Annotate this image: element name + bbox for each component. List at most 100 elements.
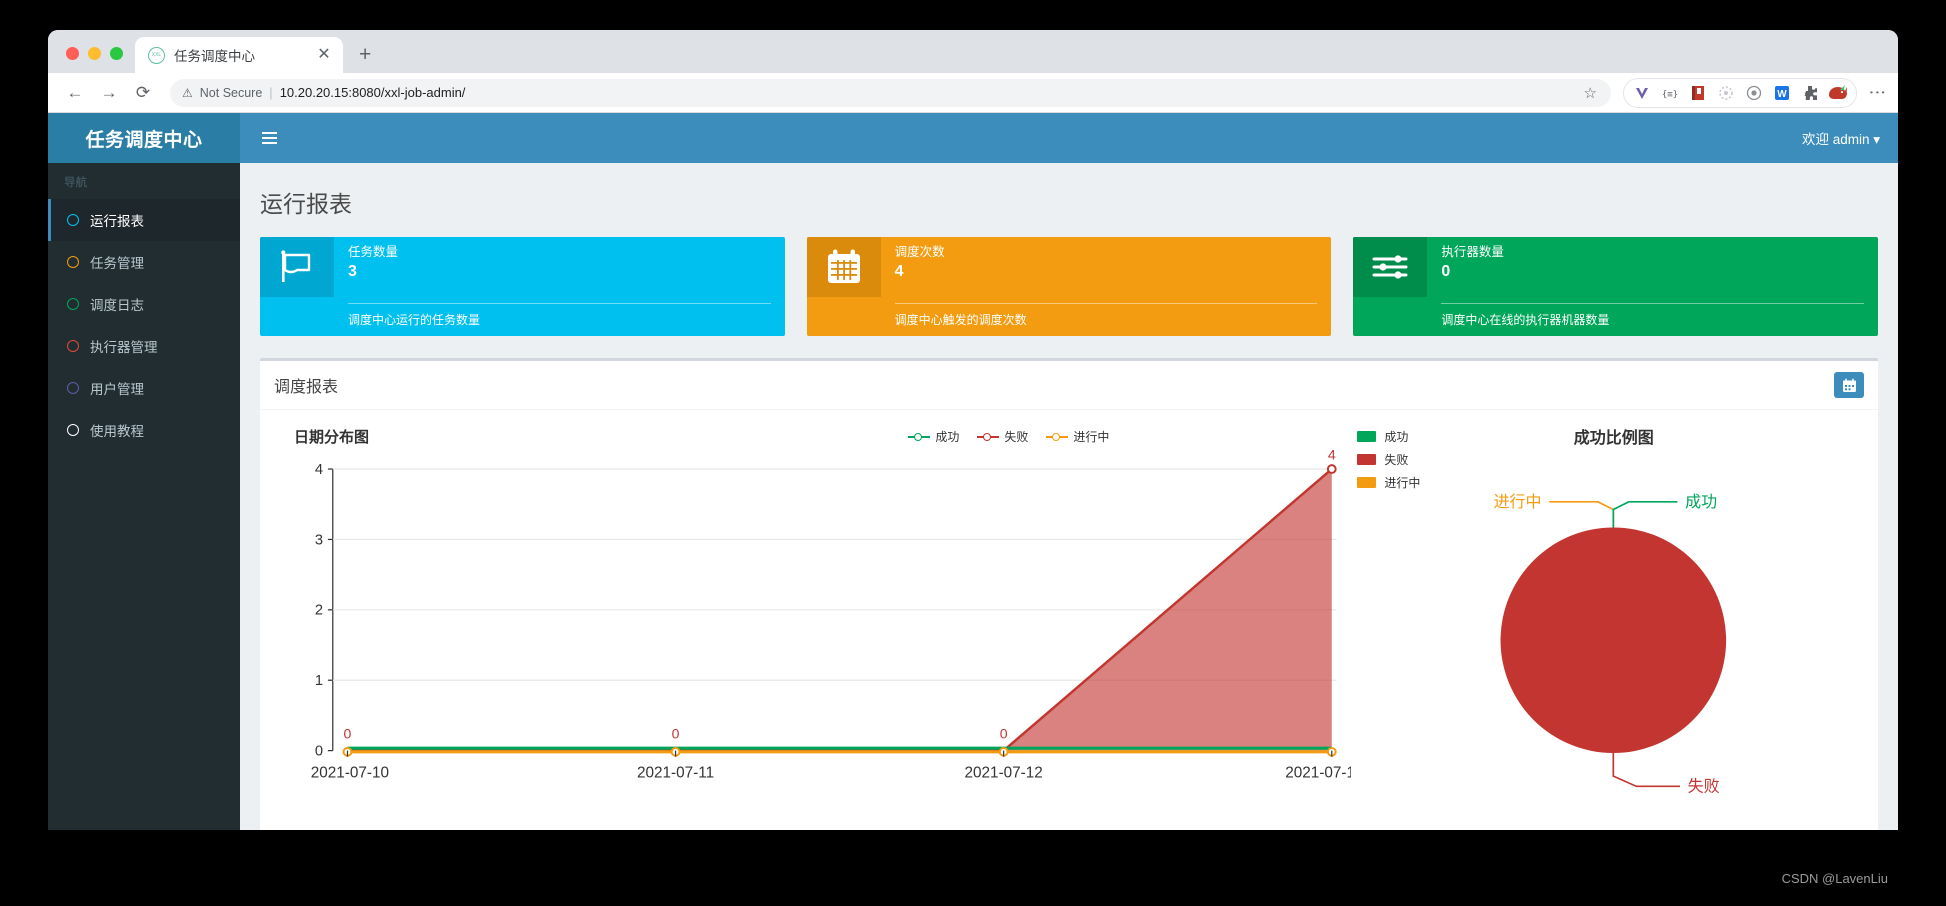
- data-point-label: 0: [672, 725, 680, 741]
- card-value: 3: [348, 263, 357, 281]
- report-box-header: 调度报表: [260, 361, 1878, 410]
- card-footer-text: 调度中心运行的任务数量: [348, 303, 771, 328]
- w-blue-icon[interactable]: W: [1769, 80, 1795, 106]
- x-tick-label: 2021-07-11: [637, 765, 714, 782]
- watermark: CSDN @LavenLiu: [1781, 871, 1888, 886]
- sidebar-item-label: 用户管理: [90, 382, 144, 397]
- legend-label: 进行中: [1384, 476, 1421, 490]
- omnibox-separator: |: [269, 85, 273, 100]
- extensions-group: {≡} W: [1623, 77, 1857, 108]
- user-menu-button[interactable]: 欢迎 admin ▾: [1802, 128, 1880, 148]
- forward-arrow-icon[interactable]: →: [94, 78, 124, 108]
- legend-marker-icon: [908, 432, 931, 442]
- page-title: 运行报表: [260, 191, 352, 217]
- x-tick-label: 2021-07-12: [965, 765, 1043, 782]
- maximize-window-button[interactable]: [110, 47, 123, 60]
- legend-swatch-icon: [1357, 454, 1377, 465]
- v-icon[interactable]: [1629, 80, 1655, 106]
- card-footer: 调度中心触发的调度次数: [807, 297, 1332, 336]
- sidebar-item-task-manage[interactable]: 任务管理: [48, 241, 240, 283]
- pie-callout-line-running: [1549, 500, 1615, 528]
- sidebar-item-run-report[interactable]: 运行报表: [48, 199, 240, 241]
- pie-slice-fail: [1500, 527, 1727, 754]
- card-value: 0: [1441, 263, 1451, 281]
- new-tab-button[interactable]: +: [359, 44, 371, 65]
- circle-icon: [67, 382, 79, 394]
- y-tick-label: 4: [315, 462, 323, 478]
- sidebar-item-executor-manage[interactable]: 执行器管理: [48, 325, 240, 367]
- legend-label: 失败: [1004, 430, 1029, 444]
- browser-window: XXL 任务调度中心 ✕ + ← → ⟳ ⚠ Not Secure | 10.2…: [48, 30, 1898, 830]
- card-value: 4: [894, 263, 904, 281]
- report-box-title: 调度报表: [274, 379, 339, 396]
- sidebar-item-label: 使用教程: [90, 424, 144, 439]
- sidebar-nav-header: 导航: [64, 177, 87, 189]
- date-range-picker-button[interactable]: [1834, 372, 1864, 398]
- pie-chart-title: 成功比例图: [1573, 430, 1654, 447]
- legend-label: 进行中: [1073, 430, 1110, 444]
- legend-item-fail[interactable]: 失败: [1357, 451, 1420, 468]
- legend-item-success[interactable]: 成功: [1357, 428, 1420, 445]
- address-bar[interactable]: ⚠ Not Secure | 10.20.20.15:8080/xxl-job-…: [170, 78, 1611, 107]
- pie-callout-line-success: [1612, 500, 1678, 528]
- report-box: 调度报表 日期分布图 成功 失败 进行中 4 3 2 1 0 0 0 0 4 2…: [260, 358, 1878, 830]
- braces-icon[interactable]: {≡}: [1657, 80, 1683, 106]
- close-window-button[interactable]: [66, 47, 79, 60]
- stat-card-task-count: 任务数量 3 调度中心运行的任务数量: [260, 237, 785, 336]
- legend-swatch-icon: [1357, 477, 1377, 488]
- card-label: 调度次数: [894, 245, 945, 259]
- pie-callout-label-running: 进行中: [1494, 493, 1542, 511]
- sidebar-item-tutorial[interactable]: 使用教程: [48, 409, 240, 451]
- circle-icon: [67, 256, 79, 268]
- calendar-icon: [1842, 378, 1856, 392]
- legend-swatch-icon: [1357, 431, 1377, 442]
- legend-label: 失败: [1384, 453, 1409, 467]
- puzzle-icon[interactable]: [1797, 80, 1823, 106]
- red-book-icon[interactable]: [1685, 80, 1711, 106]
- line-chart-svg: 4 3 2 1 0 0 0 0 4 2021-07-10 2021-07-11 …: [311, 447, 1352, 782]
- reload-icon[interactable]: ⟳: [128, 78, 158, 108]
- data-point-label: 0: [344, 725, 352, 741]
- unicorn-icon[interactable]: [1825, 80, 1851, 106]
- card-text: 执行器数量 0: [1427, 237, 1878, 297]
- card-body: 执行器数量 0: [1353, 237, 1878, 297]
- data-point-label: 4: [1328, 447, 1336, 462]
- app-viewport: 任务调度中心 导航 运行报表 任务管理 调度日志 执行器管理 用户管理 使用教程…: [48, 113, 1898, 830]
- url-text: 10.20.20.15:8080/xxl-job-admin/: [279, 85, 466, 100]
- pie-callout-label-fail: 失败: [1688, 777, 1720, 795]
- stat-card-executor-count: 执行器数量 0 调度中心在线的执行器机器数量: [1353, 237, 1879, 336]
- card-footer: 调度中心在线的执行器机器数量: [1353, 297, 1878, 336]
- success-ratio-chart: 成功 失败 进行中 成功比例图 进行中 成功 失败: [1357, 420, 1870, 820]
- back-arrow-icon[interactable]: ←: [60, 78, 90, 108]
- sidebar-item-label: 运行报表: [90, 214, 144, 229]
- legend-item-running[interactable]: 进行中: [1046, 428, 1109, 445]
- y-tick-label: 3: [315, 532, 323, 548]
- sidebar: 任务调度中心 导航 运行报表 任务管理 调度日志 执行器管理 用户管理 使用教程: [48, 113, 240, 830]
- browser-tab[interactable]: XXL 任务调度中心 ✕: [135, 37, 343, 73]
- pie-callout-line-fail: [1612, 753, 1681, 788]
- legend-item-fail[interactable]: 失败: [977, 428, 1028, 445]
- bookmark-star-icon[interactable]: ☆: [1584, 84, 1597, 102]
- target-icon[interactable]: [1741, 80, 1767, 106]
- close-tab-button[interactable]: ✕: [315, 47, 333, 63]
- legend-item-success[interactable]: 成功: [908, 428, 959, 445]
- sidebar-item-user-manage[interactable]: 用户管理: [48, 367, 240, 409]
- x-tick-label: 2021-07-10: [311, 765, 389, 782]
- data-point-label: 0: [1000, 725, 1008, 741]
- sidebar-item-label: 调度日志: [90, 298, 144, 313]
- legend-label: 成功: [1384, 430, 1409, 444]
- legend-item-running[interactable]: 进行中: [1357, 474, 1420, 491]
- atom-grey-icon[interactable]: [1713, 80, 1739, 106]
- card-footer-text: 调度中心触发的调度次数: [894, 303, 1318, 328]
- report-box-body: 日期分布图 成功 失败 进行中 4 3 2 1 0 0 0 0 4 2021-0…: [260, 410, 1878, 830]
- hamburger-menu-icon[interactable]: [258, 126, 281, 150]
- sidebar-item-schedule-log[interactable]: 调度日志: [48, 283, 240, 325]
- card-body: 调度次数 4: [806, 237, 1332, 297]
- tab-title: 任务调度中心: [174, 49, 255, 64]
- pie-callout-label-fail: 成功: [1685, 493, 1717, 511]
- minimize-window-button[interactable]: [88, 47, 101, 60]
- page-container: 运行报表 任务数量 3 调度中心运行的任务数量 调度次数 4 调度中心触发的调度…: [240, 163, 1898, 830]
- browser-menu-icon[interactable]: ⋮: [1868, 84, 1887, 101]
- flag-icon: [260, 237, 334, 297]
- card-text: 调度次数 4: [881, 237, 1332, 297]
